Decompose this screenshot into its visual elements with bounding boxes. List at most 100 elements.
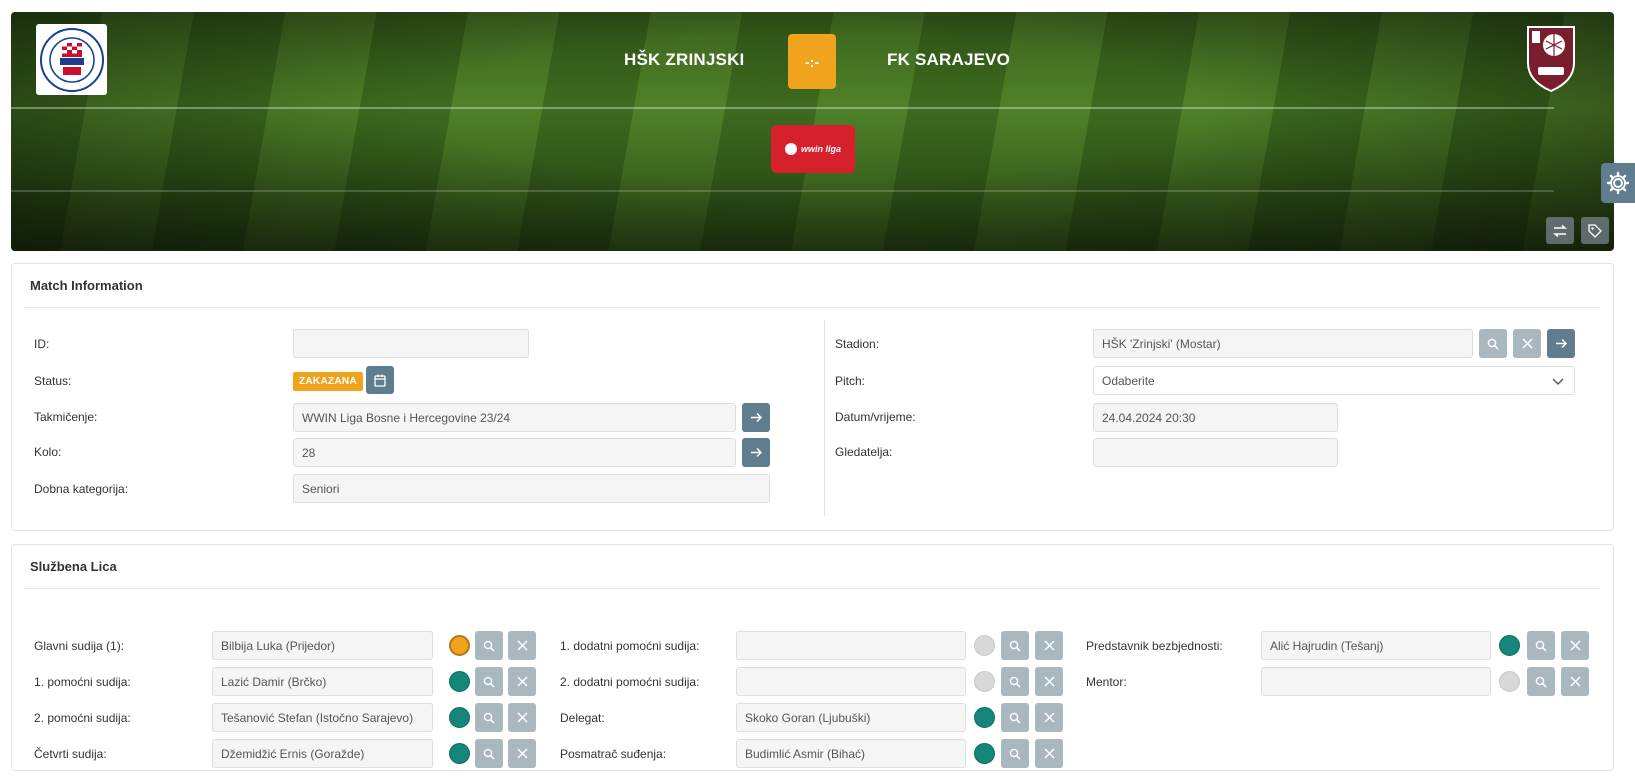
official-role-label: 2. dodatni pomoćni sudija: (560, 675, 700, 689)
official-clear-button[interactable] (1561, 667, 1589, 696)
search-icon (1009, 712, 1021, 724)
round-label: Kolo: (34, 445, 62, 459)
official-clear-button[interactable] (508, 703, 536, 732)
close-icon (516, 676, 528, 687)
competition-label: Takmičenje: (34, 410, 98, 424)
league-logo: wwin liga (771, 125, 855, 173)
tag-icon (1588, 223, 1602, 238)
official-role-label: Predstavnik bezbjednosti: (1086, 639, 1223, 653)
age-category-label: Dobna kategorija: (34, 482, 129, 496)
stadium-search-button[interactable] (1479, 329, 1507, 358)
official-clear-button[interactable] (1035, 631, 1063, 660)
official-name-field[interactable]: Lazić Damir (Brčko) (212, 667, 433, 696)
close-icon (1569, 640, 1581, 651)
official-search-button[interactable] (475, 631, 503, 660)
search-icon (1487, 338, 1499, 350)
pitch-line (11, 190, 1554, 192)
schedule-button[interactable] (366, 366, 394, 394)
search-icon (1009, 676, 1021, 688)
official-role-label: Mentor: (1086, 675, 1127, 689)
pitch-label: Pitch: (835, 374, 866, 388)
official-clear-button[interactable] (1035, 703, 1063, 732)
official-search-button[interactable] (475, 703, 503, 732)
close-icon (1043, 640, 1055, 651)
home-team-crest (36, 24, 107, 95)
official-name-field[interactable]: Bilbija Luka (Prijedor) (212, 631, 433, 660)
spectators-label: Gledatelja: (835, 445, 893, 459)
officials-card: Službena Lica Glavni sudija (1): Bilbija … (11, 544, 1614, 771)
search-icon (1535, 640, 1547, 652)
official-search-button[interactable] (475, 739, 503, 768)
divider (824, 320, 825, 516)
official-role-label: Glavni sudija (1): (34, 639, 125, 653)
official-status-indicator (974, 635, 995, 656)
competition-go-button[interactable] (742, 403, 770, 432)
official-search-button[interactable] (1001, 667, 1029, 696)
swap-icon (1553, 224, 1567, 237)
pitch-line (11, 107, 1554, 109)
official-clear-button[interactable] (508, 631, 536, 660)
official-role-label: 1. pomoćni sudija: (34, 675, 131, 689)
official-status-indicator (974, 743, 995, 764)
close-icon (1043, 676, 1055, 687)
official-clear-button[interactable] (1561, 631, 1589, 660)
stadium-field[interactable]: HŠK 'Zrinjski' (Mostar) (1093, 329, 1473, 358)
official-status-indicator (449, 707, 470, 728)
official-name-field[interactable]: Tešanović Stefan (Istočno Sarajevo) (212, 703, 433, 732)
official-search-button[interactable] (1001, 739, 1029, 768)
home-team-name[interactable]: HŠK ZRINJSKI (624, 50, 744, 70)
official-name-field[interactable] (736, 667, 966, 696)
search-icon (1535, 676, 1547, 688)
official-search-button[interactable] (1001, 631, 1029, 660)
settings-button[interactable] (1601, 163, 1635, 203)
divider (25, 588, 1600, 589)
stadium-clear-button[interactable] (1513, 329, 1541, 358)
league-logo-mark (784, 143, 797, 155)
pitch-select-value: Odaberite (1102, 373, 1155, 388)
id-label: ID: (34, 337, 50, 351)
card-title: Match Information (30, 278, 143, 293)
official-name-field[interactable]: Džemidžić Ernis (Goražde) (212, 739, 433, 768)
official-status-indicator (449, 743, 470, 764)
close-icon (1521, 338, 1533, 349)
arrow-right-icon (750, 412, 762, 423)
official-search-button[interactable] (475, 667, 503, 696)
official-clear-button[interactable] (508, 667, 536, 696)
official-clear-button[interactable] (508, 739, 536, 768)
official-name-field[interactable]: Skoko Goran (Ljubuški) (736, 703, 966, 732)
datetime-label: Datum/vrijeme: (835, 410, 916, 424)
round-field[interactable]: 28 (293, 438, 736, 467)
tag-button[interactable] (1581, 217, 1609, 244)
official-name-field[interactable]: Budimlić Asmir (Bihać) (736, 739, 966, 768)
search-icon (1009, 640, 1021, 652)
age-category-field[interactable]: Seniori (293, 474, 770, 503)
competition-field[interactable]: WWIN Liga Bosne i Hercegovine 23/24 (293, 403, 736, 432)
official-search-button[interactable] (1527, 667, 1555, 696)
datetime-field[interactable]: 24.04.2024 20:30 (1093, 403, 1338, 432)
away-crest-icon (1527, 26, 1575, 93)
official-clear-button[interactable] (1035, 739, 1063, 768)
spectators-field[interactable] (1093, 438, 1338, 467)
official-name-field[interactable] (1261, 667, 1491, 696)
official-name-field[interactable] (736, 631, 966, 660)
swap-teams-button[interactable] (1546, 217, 1574, 244)
id-field[interactable] (293, 329, 529, 358)
away-team-name[interactable]: FK SARAJEVO (887, 50, 1010, 70)
official-name-field[interactable]: Alić Hajrudin (Tešanj) (1261, 631, 1491, 660)
close-icon (516, 640, 528, 651)
official-status-indicator (1499, 635, 1520, 656)
close-icon (1569, 676, 1581, 687)
official-role-label: 1. dodatni pomoćni sudija: (560, 639, 700, 653)
pitch-select[interactable]: Odaberite (1093, 366, 1575, 395)
round-go-button[interactable] (742, 438, 770, 467)
official-search-button[interactable] (1527, 631, 1555, 660)
official-search-button[interactable] (1001, 703, 1029, 732)
stadium-go-button[interactable] (1547, 329, 1575, 358)
search-icon (483, 712, 495, 724)
chevron-down-icon (1552, 378, 1564, 385)
official-clear-button[interactable] (1035, 667, 1063, 696)
match-information-card: Match Information ID: Status: ZAKAZANA T… (11, 263, 1614, 531)
status-badge: ZAKAZANA (293, 372, 363, 391)
status-label: Status: (34, 374, 72, 388)
search-icon (483, 676, 495, 688)
